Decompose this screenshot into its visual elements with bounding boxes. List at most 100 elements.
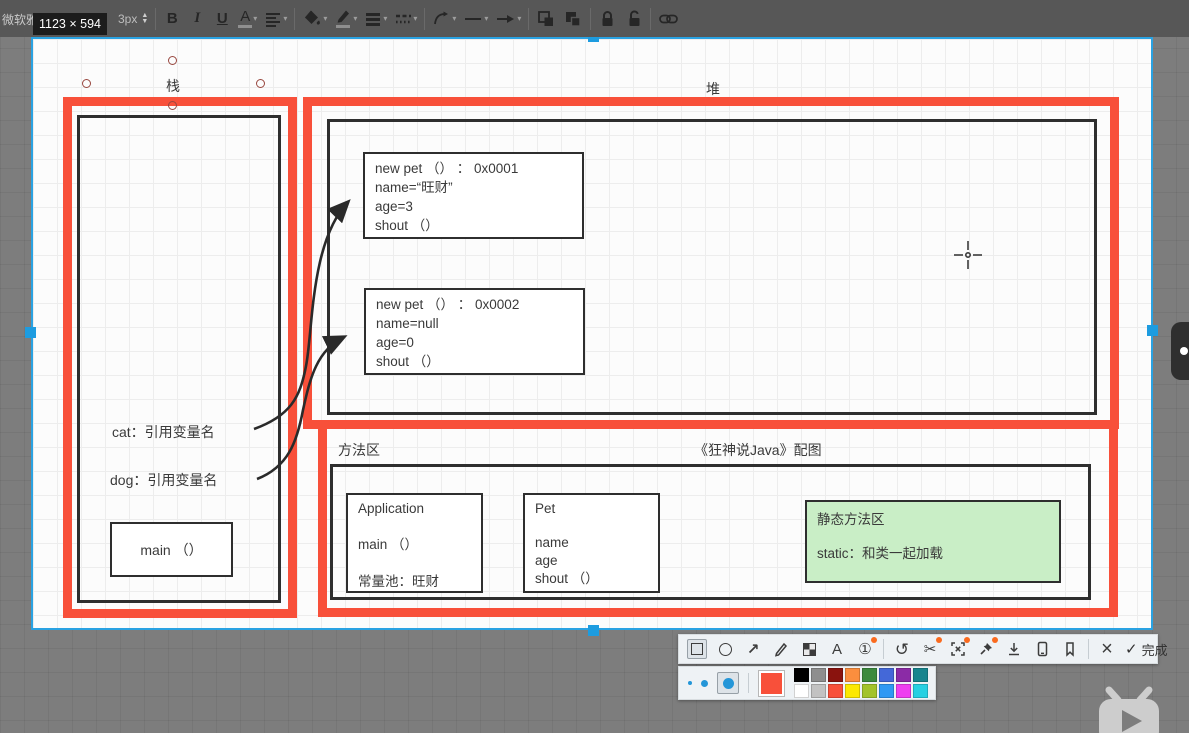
rectangle-tool[interactable] <box>687 639 707 659</box>
selection-handle-left[interactable] <box>25 327 36 338</box>
text-selection-handle[interactable] <box>256 79 265 88</box>
static-method-area-box: 静态方法区 static：和类一起加载 <box>805 500 1061 583</box>
side-panel-tab[interactable] <box>1171 322 1189 380</box>
color-swatch[interactable] <box>862 684 877 698</box>
color-swatch[interactable] <box>913 684 928 698</box>
mosaic-icon <box>802 642 816 656</box>
heap-object-1: new pet （） ： 0x0001 name=“旺财” age=3 shou… <box>363 152 584 239</box>
text-tool[interactable]: A <box>827 639 847 659</box>
application-class-box: Application main （） 常量池：旺财 <box>346 493 483 593</box>
pet-line: name <box>535 535 569 550</box>
line-weight-button[interactable]: ▾ <box>364 7 387 31</box>
color-swatch[interactable] <box>828 684 843 698</box>
line-style-button[interactable]: ▾ <box>394 7 417 31</box>
color-swatch[interactable] <box>811 668 826 682</box>
marker-pen-icon <box>337 10 350 23</box>
send-to-phone-button[interactable] <box>1032 639 1052 659</box>
toolbar-separator <box>1088 639 1089 659</box>
color-swatch[interactable] <box>862 668 877 682</box>
format-controls: 3px ▲ ▼ B I U A ▾ ▾ ▾ ▾ ▾ ▾ ▾ ▾ ▾ <box>118 0 679 37</box>
drawing-tools-toolbar: ↗ A ① ↺ ✂ × ✓ 完成 <box>678 634 1168 664</box>
color-swatch[interactable] <box>828 668 843 682</box>
heap-object-2: new pet （） ： 0x0002 name=null age=0 shou… <box>364 288 585 375</box>
fill-color-button[interactable]: ▾ <box>302 7 327 31</box>
object1-line: new pet （） ： 0x0001 <box>375 161 519 176</box>
screen-clip-tool[interactable]: ✂ <box>920 637 942 659</box>
selection-handle-right[interactable] <box>1147 325 1158 336</box>
stepper-arrows-icon[interactable]: ▲ ▼ <box>141 12 148 25</box>
arrow-tool-button[interactable]: ▾ <box>495 7 521 31</box>
stroke-color-button[interactable]: ▾ <box>334 7 357 31</box>
text-color-button[interactable]: A ▾ <box>238 7 257 31</box>
paint-bucket-icon <box>305 9 321 25</box>
object1-line: age=3 <box>375 199 413 214</box>
text-selection-handle[interactable] <box>82 79 91 88</box>
underline-button[interactable]: U <box>213 7 231 31</box>
notification-dot <box>871 637 877 643</box>
static-area-title: 静态方法区 <box>817 512 885 527</box>
align-icon <box>266 12 281 27</box>
done-label: 完成 <box>1141 642 1168 658</box>
curve-arrow-icon <box>434 11 449 25</box>
toolbar-separator <box>590 7 592 30</box>
step-number-tool[interactable]: ① <box>855 637 877 659</box>
color-swatch[interactable] <box>913 668 928 682</box>
align-button[interactable]: ▾ <box>264 7 287 31</box>
pencil-icon <box>774 642 788 657</box>
selection-handle-bottom[interactable] <box>588 625 599 636</box>
text-selection-handle[interactable] <box>168 56 177 65</box>
toolbar-separator <box>650 7 652 30</box>
bookmark-button[interactable] <box>1060 639 1080 659</box>
italic-button[interactable]: I <box>188 7 206 31</box>
link-button[interactable] <box>658 7 679 31</box>
toolbar-separator <box>883 639 884 659</box>
mosaic-tool[interactable] <box>799 639 819 659</box>
pet-title: Pet <box>535 501 556 516</box>
cancel-button[interactable]: × <box>1097 639 1117 659</box>
side-panel-dot-icon <box>1180 347 1188 355</box>
unlock-button[interactable] <box>624 7 643 31</box>
arrow-tool[interactable]: ↗ <box>743 639 763 659</box>
color-swatch[interactable] <box>845 668 860 682</box>
copy-button[interactable] <box>536 7 556 31</box>
line-weight-icon <box>366 12 381 26</box>
bold-button[interactable]: B <box>163 7 181 31</box>
unlock-icon <box>629 10 640 26</box>
lock-button[interactable] <box>598 7 617 31</box>
color-palette <box>794 668 928 698</box>
duplicate-button[interactable] <box>563 7 583 31</box>
size-dot-small[interactable] <box>688 681 692 685</box>
size-dot-large-selected[interactable] <box>717 672 739 694</box>
color-swatch[interactable] <box>845 684 860 698</box>
color-swatch[interactable] <box>811 684 826 698</box>
pet-class-box: Pet name age shout （） <box>523 493 660 593</box>
diagram-caption: 《狂神说Java》配图 <box>694 442 822 458</box>
line-tool-button[interactable]: ▾ <box>463 7 488 31</box>
color-swatch[interactable] <box>879 684 894 698</box>
color-swatch[interactable] <box>794 668 809 682</box>
toolbar-separator <box>528 7 530 30</box>
curve-tool-button[interactable]: ▾ <box>432 7 456 31</box>
pencil-tool[interactable] <box>771 639 791 659</box>
ocr-tool[interactable] <box>948 637 970 659</box>
color-swatch[interactable] <box>879 668 894 682</box>
text-selection-handle[interactable] <box>168 101 177 110</box>
bookmark-icon <box>1066 642 1074 657</box>
color-swatch[interactable] <box>896 684 911 698</box>
current-color-swatch[interactable] <box>758 669 785 697</box>
dash-style-icon <box>396 14 412 23</box>
undo-button[interactable]: ↺ <box>892 639 912 659</box>
size-dot-medium[interactable] <box>701 679 708 687</box>
stroke-width-stepper[interactable]: 3px ▲ ▼ <box>118 7 148 31</box>
save-button[interactable] <box>1004 639 1024 659</box>
screenshot-annotation-editor: 微软雅黑 1123 × 594 3px ▲ ▼ B I U A ▾ ▾ ▾ ▾ … <box>0 0 1189 733</box>
done-button[interactable]: ✓ 完成 <box>1125 640 1168 659</box>
pin-tool[interactable] <box>976 637 998 659</box>
ellipse-tool[interactable] <box>715 639 735 659</box>
cat-reference-label: cat：引用变量名 <box>112 424 215 440</box>
color-swatch[interactable] <box>896 668 911 682</box>
arrow-icon: ↗ <box>746 640 760 658</box>
color-swatch[interactable] <box>794 684 809 698</box>
pin-icon <box>980 643 992 655</box>
object1-line: shout （） <box>375 218 439 233</box>
